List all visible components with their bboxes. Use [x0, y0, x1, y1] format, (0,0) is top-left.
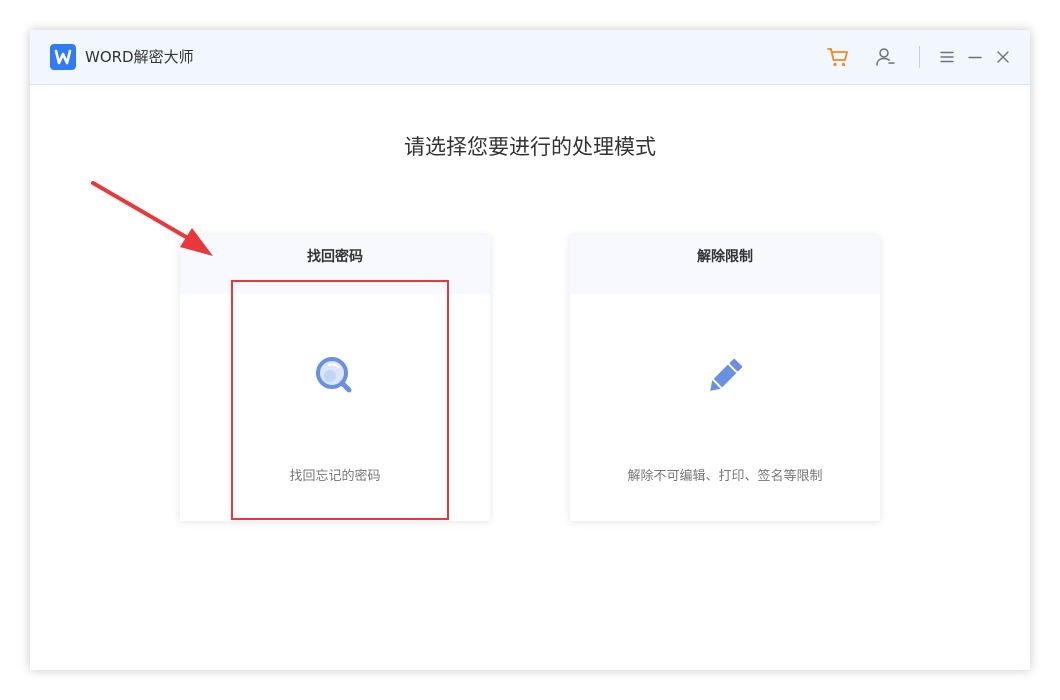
card-title: 找回密码 — [180, 235, 490, 294]
app-title: WORD解密大师 — [85, 48, 194, 66]
recover-password-card[interactable]: 找回密码 找回忘记的密码 — [180, 235, 490, 521]
app-logo-icon — [50, 44, 76, 70]
menu-icon — [940, 51, 954, 63]
minimize-icon — [968, 56, 982, 59]
card-description: 找回忘记的密码 — [289, 469, 381, 484]
title-bar: WORD解密大师 — [30, 30, 1030, 85]
close-button[interactable] — [989, 43, 1017, 71]
app-window: WORD解密大师 请选择您要进行的处理模式 找回密码 找回忘记的密码 解除限制 … — [30, 30, 1030, 670]
user-button[interactable] — [871, 43, 899, 71]
close-icon — [997, 51, 1009, 63]
pencil-icon — [700, 351, 750, 401]
card-title: 解除限制 — [570, 235, 880, 294]
cart-button[interactable] — [824, 43, 852, 71]
cart-icon — [827, 48, 848, 67]
user-icon — [876, 48, 895, 66]
menu-button[interactable] — [933, 43, 961, 71]
card-description: 解除不可编辑、打印、签名等限制 — [627, 469, 823, 484]
magnifier-icon — [310, 351, 360, 401]
titlebar-divider — [919, 46, 920, 68]
minimize-button[interactable] — [961, 43, 989, 71]
remove-restriction-card[interactable]: 解除限制 解除不可编辑、打印、签名等限制 — [570, 235, 880, 521]
page-title: 请选择您要进行的处理模式 — [404, 135, 656, 159]
